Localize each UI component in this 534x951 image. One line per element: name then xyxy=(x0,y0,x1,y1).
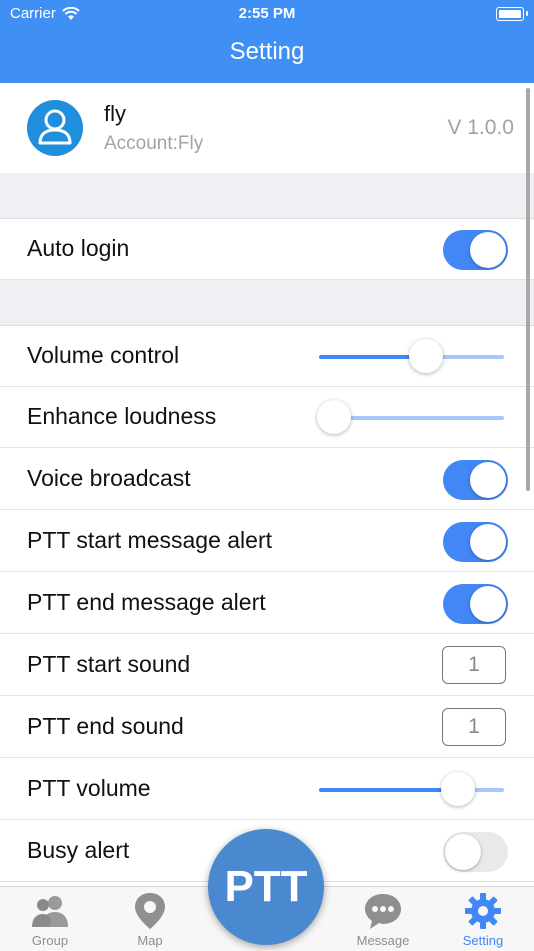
page-title: Setting xyxy=(229,38,305,65)
tab-message[interactable]: Message xyxy=(333,887,433,951)
scrollbar[interactable] xyxy=(526,88,530,491)
slider-thumb[interactable] xyxy=(409,339,444,373)
setting-row-auto-login: Auto login xyxy=(0,219,534,280)
slider-fill xyxy=(319,788,458,792)
tab-setting[interactable]: Setting xyxy=(433,887,533,951)
tab-group[interactable]: Group xyxy=(0,887,100,951)
setting-row-enhance-loudness: Enhance loudness xyxy=(0,387,534,448)
enhance-loudness-label: Enhance loudness xyxy=(27,403,217,429)
ptt-start-alert-label: PTT start message alert xyxy=(27,527,272,553)
battery-tip xyxy=(526,11,528,16)
toggle-knob xyxy=(470,232,506,268)
tab-label: Group xyxy=(31,933,69,948)
status-time: 2:55 PM xyxy=(238,5,296,22)
setting-row-ptt-end-sound: PTT end sound 1 xyxy=(0,697,534,758)
group-icon xyxy=(32,896,68,927)
auto-login-toggle[interactable] xyxy=(443,230,508,270)
slider-thumb[interactable] xyxy=(316,400,351,434)
tab-label: Setting xyxy=(462,933,504,948)
setting-row-voice-broadcast: Voice broadcast xyxy=(0,449,534,510)
toggle-knob xyxy=(470,586,506,622)
avatar xyxy=(27,100,83,156)
ptt-button[interactable]: PTT xyxy=(208,829,324,945)
voice-broadcast-toggle[interactable] xyxy=(443,460,508,500)
status-bar: Carrier 2:55 PM xyxy=(0,5,534,25)
busy-alert-toggle[interactable] xyxy=(443,832,508,872)
busy-alert-label: Busy alert xyxy=(27,837,130,863)
gear-icon xyxy=(465,893,501,929)
volume-control-label: Volume control xyxy=(27,342,180,368)
map-pin-icon xyxy=(135,893,165,929)
setting-row-ptt-start-alert: PTT start message alert xyxy=(0,511,534,572)
auto-login-label: Auto login xyxy=(27,235,130,261)
person-icon xyxy=(38,109,72,145)
navigation-header: Carrier 2:55 PM Setting xyxy=(0,0,534,83)
tab-label: Map xyxy=(137,933,163,948)
ptt-start-sound-label: PTT start sound xyxy=(27,651,191,677)
profile-account: Account:Fly xyxy=(104,133,204,154)
ptt-end-sound-label: PTT end sound xyxy=(27,713,184,739)
section-spacer xyxy=(0,280,534,326)
enhance-loudness-slider[interactable] xyxy=(316,400,504,434)
chat-bubble-icon xyxy=(365,894,401,929)
setting-row-ptt-start-sound: PTT start sound 1 xyxy=(0,635,534,696)
profile-card[interactable]: fly Account:Fly V 1.0.0 xyxy=(0,83,534,174)
ptt-volume-label: PTT volume xyxy=(27,775,151,801)
battery-icon xyxy=(496,7,524,21)
setting-row-ptt-volume: PTT volume xyxy=(0,759,534,820)
toggle-knob xyxy=(470,462,506,498)
volume-control-slider[interactable] xyxy=(319,339,504,373)
tab-map[interactable]: Map xyxy=(100,887,200,951)
ptt-end-sound-field[interactable]: 1 xyxy=(442,708,506,746)
setting-row-ptt-end-alert: PTT end message alert xyxy=(0,573,534,634)
setting-row-volume-control: Volume control xyxy=(0,326,534,387)
profile-name: fly xyxy=(104,101,126,126)
ptt-end-alert-label: PTT end message alert xyxy=(27,589,266,615)
tab-label: Message xyxy=(356,933,410,948)
toggle-knob xyxy=(470,524,506,560)
ptt-volume-slider[interactable] xyxy=(319,772,504,806)
ptt-start-alert-toggle[interactable] xyxy=(443,522,508,562)
toggle-knob xyxy=(445,834,481,870)
ptt-end-alert-toggle[interactable] xyxy=(443,584,508,624)
voice-broadcast-label: Voice broadcast xyxy=(27,465,191,491)
ptt-start-sound-field[interactable]: 1 xyxy=(442,646,506,684)
section-spacer xyxy=(0,173,534,219)
slider-thumb[interactable] xyxy=(440,772,475,806)
app-version: V 1.0.0 xyxy=(447,116,514,139)
